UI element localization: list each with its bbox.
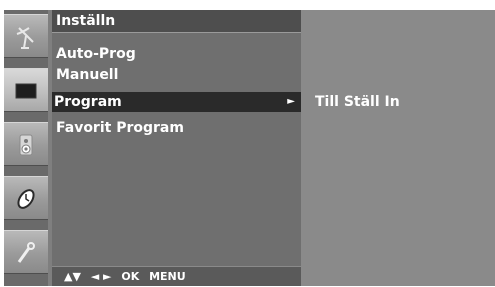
menu-hint: MENU bbox=[149, 270, 186, 283]
menu-item-manuell[interactable]: Manuell bbox=[52, 65, 301, 85]
menu-item-label: Auto-Prog bbox=[56, 46, 136, 62]
audio-icon bbox=[19, 134, 33, 156]
category-option[interactable] bbox=[4, 230, 48, 274]
clock-icon bbox=[17, 189, 35, 209]
menu-item-auto-prog[interactable]: Auto-Prog bbox=[52, 44, 301, 64]
category-picture[interactable] bbox=[4, 68, 48, 112]
submenu-arrow-icon: ► bbox=[287, 96, 295, 107]
submenu-panel: Till Ställ In bbox=[301, 10, 495, 286]
navigation-hint-bar: ▲▼ ◄ ► OK MENU bbox=[52, 266, 301, 286]
ok-hint: OK bbox=[121, 270, 140, 283]
submenu-item-till-stall-in[interactable]: Till Ställ In bbox=[315, 92, 400, 112]
menu-item-label: Favorit Program bbox=[56, 120, 184, 136]
menu-item-favorit-program[interactable]: Favorit Program bbox=[52, 118, 301, 138]
antenna-icon bbox=[16, 27, 34, 49]
category-audio[interactable] bbox=[4, 122, 48, 166]
category-antenna[interactable] bbox=[4, 14, 48, 58]
main-menu-panel: Inställn Auto-Prog Manuell Program ► Fav… bbox=[52, 10, 301, 286]
left-right-arrows-icon: ◄ ► bbox=[90, 270, 112, 283]
header-divider bbox=[52, 32, 301, 33]
menu-item-program[interactable]: Program ► bbox=[52, 92, 301, 112]
up-down-arrows-icon: ▲▼ bbox=[64, 270, 81, 283]
settings-icon bbox=[17, 242, 35, 263]
category-sidebar bbox=[4, 10, 48, 286]
menu-item-label: Program bbox=[54, 94, 122, 110]
picture-icon bbox=[15, 83, 37, 99]
tv-osd-menu: Inställn Auto-Prog Manuell Program ► Fav… bbox=[4, 10, 495, 286]
category-time[interactable] bbox=[4, 176, 48, 220]
menu-item-label: Manuell bbox=[56, 67, 119, 83]
menu-title: Inställn bbox=[52, 10, 301, 32]
